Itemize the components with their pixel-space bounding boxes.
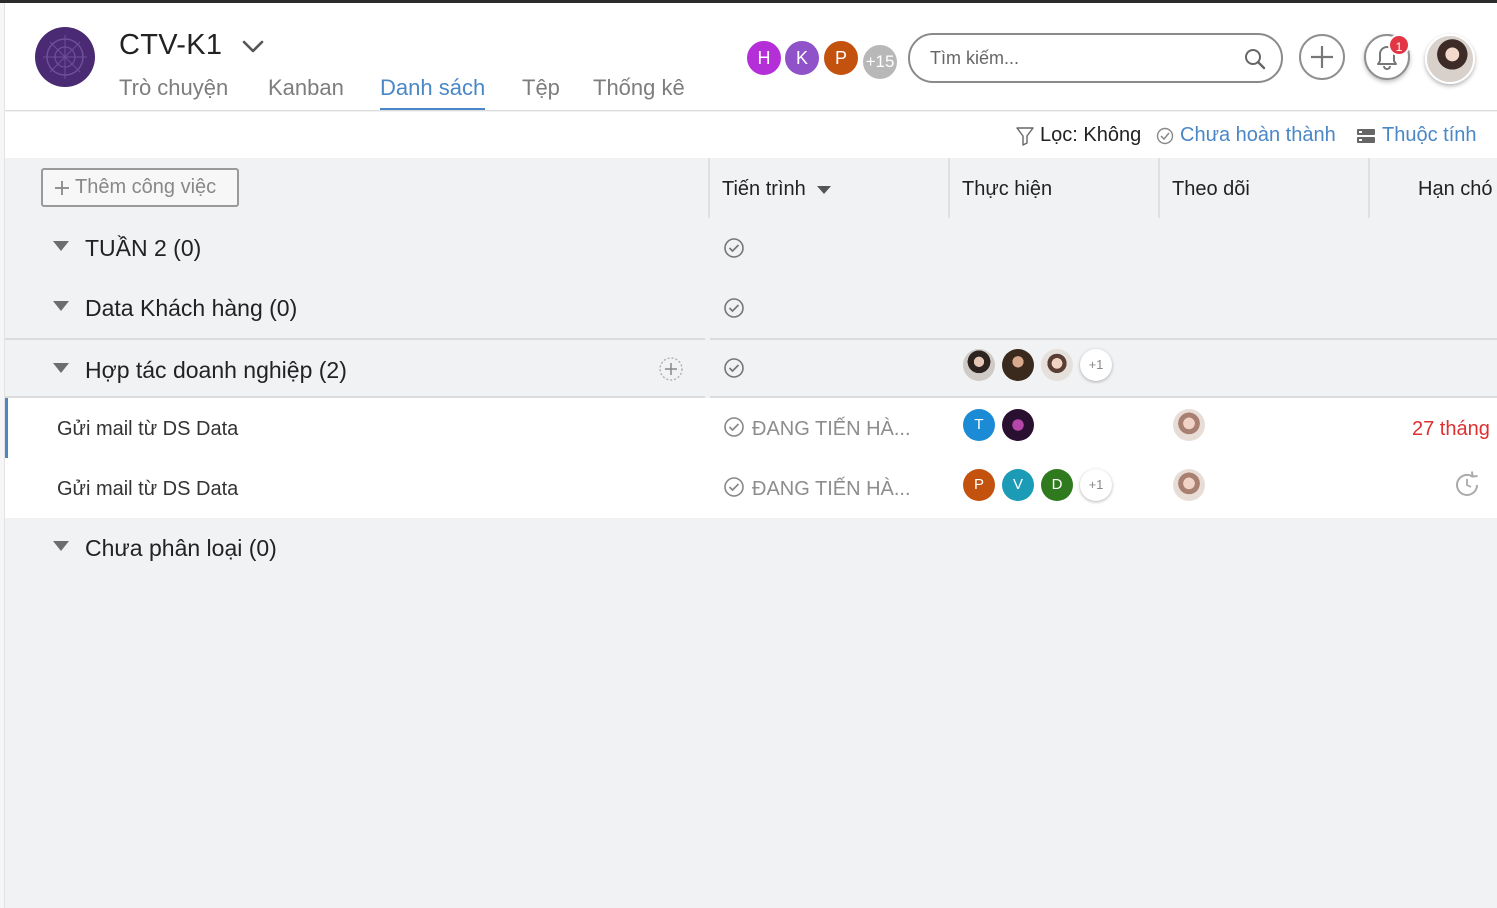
compass-icon	[43, 35, 87, 79]
properties-label: Thuộc tính	[1382, 124, 1477, 146]
group-title[interactable]: TUẦN 2 (0)	[85, 235, 201, 262]
collapse-caret-icon[interactable]	[53, 541, 69, 551]
properties-button[interactable]: Thuộc tính	[1356, 124, 1477, 147]
notification-badge: 1	[1388, 34, 1410, 56]
project-title[interactable]: CTV-K1	[119, 29, 222, 62]
status-filter[interactable]: Chưa hoàn thành	[1156, 124, 1336, 147]
column-divider[interactable]	[708, 158, 710, 218]
task-status[interactable]: ĐANG TIẾN HÀ...	[752, 478, 911, 501]
avatar[interactable]: T	[963, 409, 995, 441]
group-row[interactable]: TUẦN 2 (0)	[5, 218, 1497, 278]
filter-bar: Lọc: Không Chưa hoàn thành Thuộc tính	[5, 112, 1497, 158]
check-circle-icon	[1156, 127, 1174, 144]
column-header-follower[interactable]: Theo dõi	[1172, 178, 1250, 201]
task-name[interactable]: Gửi mail từ DS Data	[57, 418, 238, 441]
tab-stats[interactable]: Thống kê	[593, 75, 685, 101]
project-header: CTV-K1 Trò chuyện Kanban Danh sách Tệp T…	[5, 3, 1497, 111]
avatar[interactable]: P	[963, 469, 995, 501]
avatar[interactable]	[963, 349, 995, 381]
column-divider[interactable]	[948, 158, 950, 218]
more-assignees-count[interactable]: +1	[1080, 469, 1112, 501]
avatar[interactable]: K	[783, 39, 821, 77]
group-row[interactable]: Data Khách hàng (0)	[5, 278, 1497, 338]
check-circle-icon[interactable]	[723, 416, 745, 438]
avatar[interactable]	[1002, 349, 1034, 381]
tab-list[interactable]: Danh sách	[380, 75, 486, 110]
follower-avatar[interactable]	[1173, 409, 1205, 441]
status-filter-label: Chưa hoàn thành	[1180, 124, 1336, 146]
group-row[interactable]: Hợp tác doanh nghiệp (2) +1	[5, 340, 1497, 400]
table-row[interactable]: Gửi mail từ DS Data ĐANG TIẾN HÀ... T 27…	[5, 398, 1497, 458]
more-assignees-count[interactable]: +1	[1080, 349, 1112, 381]
add-task-to-group-icon[interactable]	[658, 356, 684, 382]
column-header-due[interactable]: Hạn chó	[1418, 178, 1493, 201]
search-input[interactable]	[930, 45, 1230, 71]
follower-avatar[interactable]	[1173, 469, 1205, 501]
filter-label: Lọc: Không	[1040, 124, 1142, 146]
avatar[interactable]: V	[1002, 469, 1034, 501]
tab-files[interactable]: Tệp	[522, 75, 560, 101]
group-row[interactable]: Chưa phân loại (0)	[5, 518, 1497, 578]
group-title[interactable]: Chưa phân loại (0)	[85, 535, 277, 562]
column-divider[interactable]	[1368, 158, 1370, 218]
column-header-assignee[interactable]: Thực hiện	[962, 178, 1052, 201]
avatar[interactable]	[1002, 409, 1034, 441]
check-circle-icon[interactable]	[723, 357, 745, 379]
table-row[interactable]: Gửi mail từ DS Data ĐANG TIẾN HÀ... P V …	[5, 458, 1497, 518]
chevron-down-icon[interactable]	[241, 37, 265, 57]
project-logo[interactable]	[35, 27, 95, 87]
plus-icon	[1311, 46, 1333, 68]
group-title[interactable]: Hợp tác doanh nghiệp (2)	[85, 357, 347, 384]
check-circle-icon[interactable]	[723, 476, 745, 498]
more-members-count[interactable]: +15	[861, 43, 899, 81]
avatar[interactable]: P	[822, 39, 860, 77]
avatar[interactable]: H	[745, 39, 783, 77]
task-status[interactable]: ĐANG TIẾN HÀ...	[752, 418, 911, 441]
notifications-button[interactable]: 1	[1364, 34, 1410, 80]
check-circle-icon[interactable]	[723, 297, 745, 319]
search-icon[interactable]	[1243, 47, 1267, 71]
avatar[interactable]	[1041, 349, 1073, 381]
table-header: Thêm công việc Tiến trình Thực hiện Theo…	[5, 158, 1497, 218]
plus-icon	[55, 180, 69, 195]
column-header-progress-label: Tiến trình	[722, 178, 806, 200]
filter-dropdown[interactable]: Lọc: Không	[1016, 124, 1141, 147]
column-header-progress[interactable]: Tiến trình	[722, 178, 832, 201]
sort-down-icon[interactable]	[817, 185, 832, 195]
tab-chat[interactable]: Trò chuyện	[119, 75, 228, 101]
user-avatar[interactable]	[1425, 34, 1475, 84]
column-divider[interactable]	[1158, 158, 1160, 218]
tab-kanban[interactable]: Kanban	[268, 75, 344, 101]
collapse-caret-icon[interactable]	[53, 363, 69, 373]
properties-icon	[1357, 128, 1375, 143]
group-title[interactable]: Data Khách hàng (0)	[85, 295, 297, 322]
collapse-caret-icon[interactable]	[53, 241, 69, 251]
filter-icon	[1016, 126, 1034, 146]
due-date[interactable]: 27 tháng	[1412, 418, 1490, 441]
collapse-caret-icon[interactable]	[53, 301, 69, 311]
add-task-label: Thêm công việc	[75, 176, 217, 198]
row-selection-indicator	[5, 398, 8, 458]
avatar[interactable]: D	[1041, 469, 1073, 501]
add-task-button[interactable]: Thêm công việc	[41, 168, 239, 207]
add-button[interactable]	[1299, 34, 1345, 80]
search-box	[908, 33, 1283, 83]
recurring-icon[interactable]	[1452, 470, 1482, 500]
check-circle-icon[interactable]	[723, 237, 745, 259]
task-name[interactable]: Gửi mail từ DS Data	[57, 478, 238, 501]
